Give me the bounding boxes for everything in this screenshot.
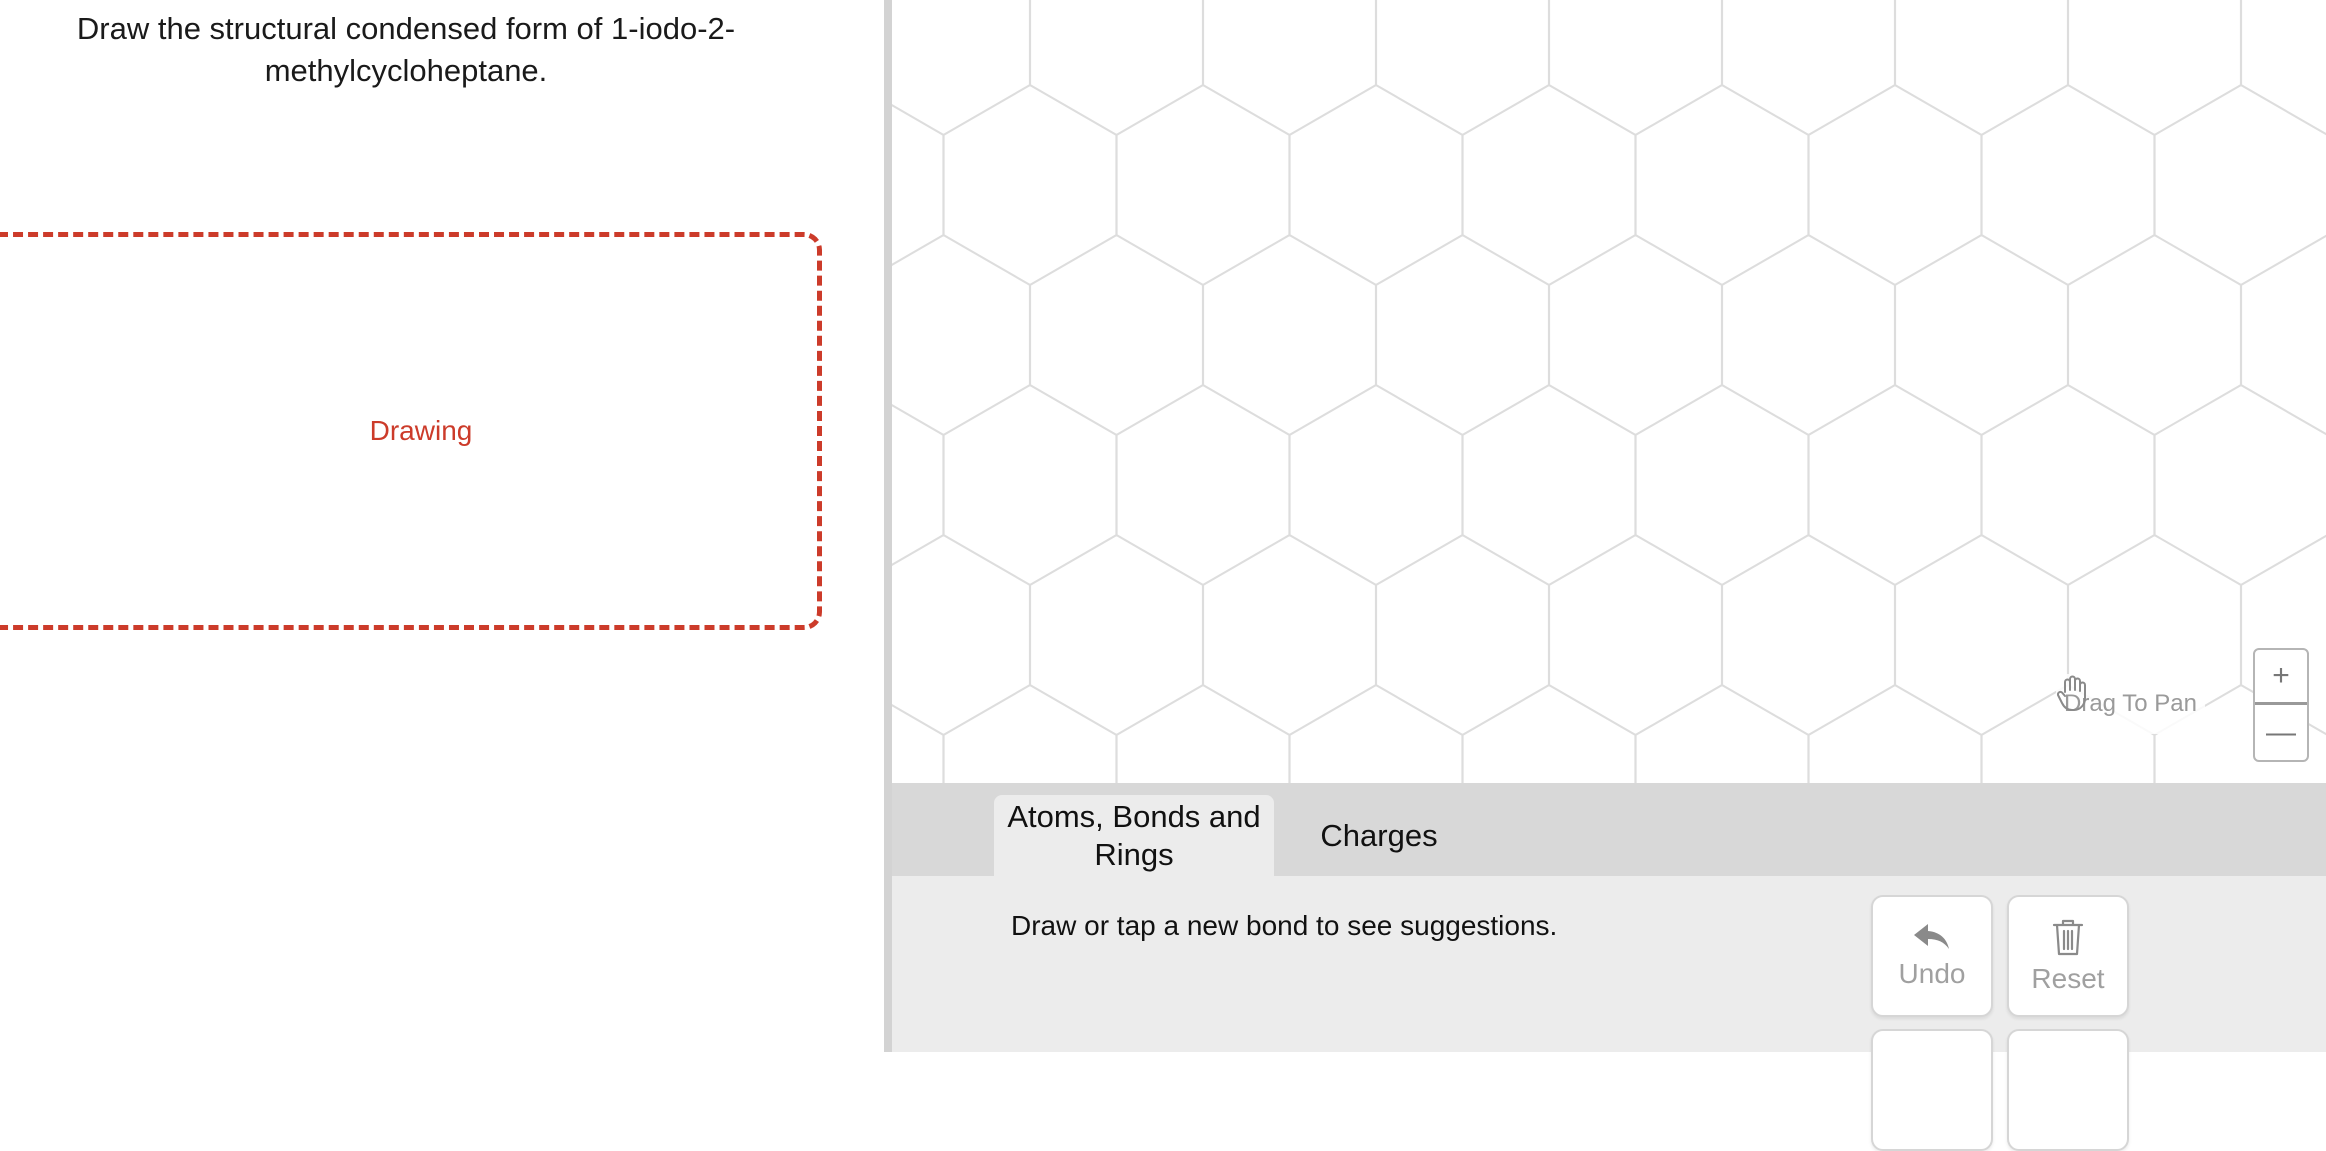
zoom-in-button[interactable]: + xyxy=(2255,650,2307,705)
undo-label: Undo xyxy=(1898,958,1966,989)
undo-arrow-icon xyxy=(1914,924,1949,949)
zoom-control: + — xyxy=(2253,648,2309,762)
hand-icon xyxy=(2056,675,2086,711)
drawing-canvas[interactable]: Drag To Pan + — xyxy=(892,0,2326,783)
drag-to-pan-hint: Drag To Pan xyxy=(2056,674,2205,734)
trash-icon xyxy=(2052,919,2084,956)
undo-button[interactable]: Undo xyxy=(1871,895,1993,1017)
question-panel: Draw the structural condensed form of 1-… xyxy=(0,0,884,1052)
tool-tab-bar: Atoms, Bonds and Rings Charges xyxy=(892,783,2326,876)
tab-atoms-bonds-rings[interactable]: Atoms, Bonds and Rings xyxy=(994,795,1274,876)
reset-label: Reset xyxy=(2031,963,2105,994)
reset-button[interactable]: Reset xyxy=(2007,895,2129,1017)
more-tool-button-2[interactable] xyxy=(2007,1029,2129,1151)
more-tool-button-1[interactable] xyxy=(1871,1029,1993,1151)
suggestion-hint: Draw or tap a new bond to see suggestion… xyxy=(1011,910,1558,941)
hex-grid-lines xyxy=(892,0,2326,783)
zoom-out-button[interactable]: — xyxy=(2255,705,2307,760)
hex-grid xyxy=(892,0,2326,783)
drawing-answer-zone[interactable]: Drawing xyxy=(0,232,822,630)
drawing-zone-label: Drawing xyxy=(369,415,473,446)
question-text: Draw the structural condensed form of 1-… xyxy=(76,11,736,88)
tab-charges[interactable]: Charges xyxy=(1304,795,1454,876)
panel-divider[interactable] xyxy=(884,0,892,1052)
tool-panel: Draw or tap a new bond to see suggestion… xyxy=(892,876,2326,1151)
